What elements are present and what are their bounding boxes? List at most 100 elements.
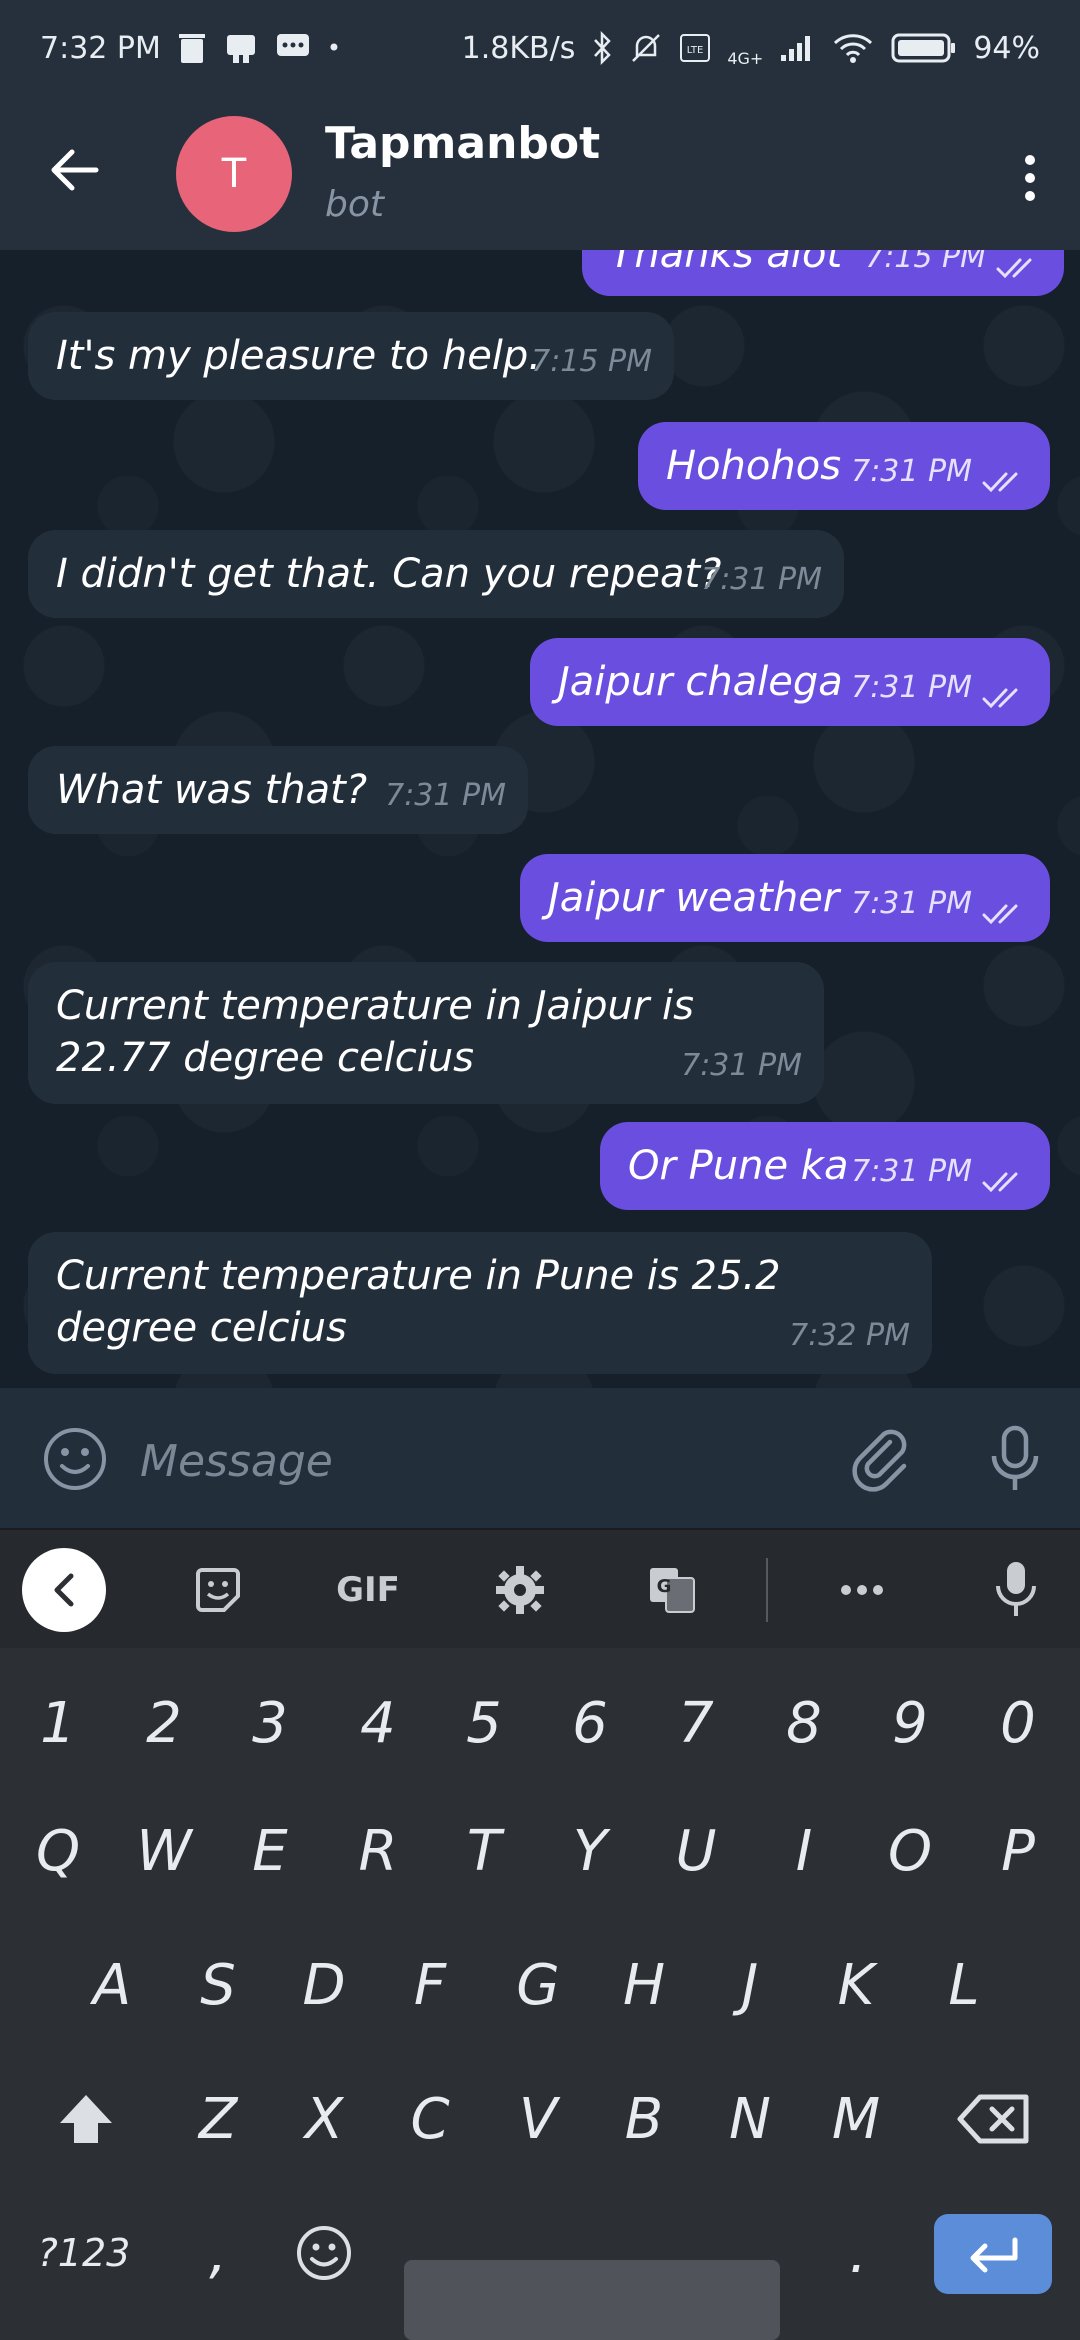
key-5[interactable]: 5 bbox=[434, 1668, 534, 1778]
keyboard-row-2: A S D F G H J K L bbox=[0, 1930, 1080, 2040]
key-o[interactable]: O bbox=[860, 1796, 960, 1906]
key-8[interactable]: 8 bbox=[754, 1668, 854, 1778]
keyboard-settings-button[interactable] bbox=[480, 1556, 560, 1624]
message-time: 7:15 PM bbox=[531, 344, 652, 379]
more-horizontal-icon bbox=[841, 1585, 883, 1595]
keyboard-collapse-button[interactable] bbox=[22, 1548, 106, 1632]
key-0[interactable]: 0 bbox=[968, 1668, 1068, 1778]
message-outgoing[interactable]: Jaipur weather 7:31 PM bbox=[520, 854, 1050, 942]
emoji-button[interactable] bbox=[40, 1424, 110, 1494]
double-check-icon bbox=[982, 688, 1018, 709]
shift-key[interactable] bbox=[36, 2064, 136, 2174]
message-outgoing[interactable]: Jaipur chalega 7:31 PM bbox=[530, 638, 1050, 726]
key-y[interactable]: Y bbox=[540, 1796, 640, 1906]
chat-title[interactable]: Tapmanbot bbox=[325, 118, 600, 169]
key-s[interactable]: S bbox=[168, 1930, 268, 2040]
enter-key[interactable] bbox=[934, 2214, 1052, 2294]
chevron-left-icon bbox=[54, 1573, 74, 1607]
message-time: 7:31 PM bbox=[851, 670, 972, 705]
message-time: 7:31 PM bbox=[851, 886, 972, 921]
message-incoming[interactable]: It's my pleasure to help. 7:15 PM bbox=[28, 312, 674, 400]
keyboard: 1 2 3 4 5 6 7 8 9 0 Q W E R T Y U I O P … bbox=[0, 1648, 1080, 2340]
menu-dot-icon bbox=[1025, 191, 1035, 201]
key-1[interactable]: 1 bbox=[8, 1668, 108, 1778]
message-incoming[interactable]: Current temperature in Pune is 25.2 degr… bbox=[28, 1232, 932, 1374]
voice-message-button[interactable] bbox=[980, 1422, 1050, 1496]
backspace-key[interactable] bbox=[944, 2064, 1044, 2174]
key-e[interactable]: E bbox=[220, 1796, 320, 1906]
key-m[interactable]: M bbox=[806, 2064, 906, 2174]
symbols-key[interactable]: ?123 bbox=[24, 2198, 144, 2308]
emoji-key[interactable] bbox=[274, 2198, 374, 2308]
chat-header: T Tapmanbot bot bbox=[0, 96, 1080, 250]
message-outgoing[interactable]: Hohohos 7:31 PM bbox=[638, 422, 1050, 510]
emoji-icon bbox=[44, 1428, 106, 1490]
message-time: 7:31 PM bbox=[681, 1048, 802, 1083]
message-time: 7:31 PM bbox=[851, 1154, 972, 1189]
backspace-icon bbox=[957, 2094, 1029, 2144]
battery-level: 94% bbox=[973, 30, 1040, 66]
message-input[interactable] bbox=[138, 1428, 802, 1494]
network-speed: 1.8KB/s bbox=[461, 30, 576, 66]
key-n[interactable]: N bbox=[700, 2064, 800, 2174]
translate-icon: G bbox=[650, 1568, 695, 1613]
message-text: Or Pune ka bbox=[628, 1143, 849, 1189]
period-key[interactable]: . bbox=[808, 2198, 908, 2308]
key-4[interactable]: 4 bbox=[328, 1668, 428, 1778]
key-c[interactable]: C bbox=[380, 2064, 480, 2174]
key-7[interactable]: 7 bbox=[646, 1668, 746, 1778]
attach-button[interactable] bbox=[846, 1424, 916, 1494]
sticker-icon bbox=[196, 1568, 240, 1612]
keyboard-number-row: 1 2 3 4 5 6 7 8 9 0 bbox=[0, 1668, 1080, 1778]
battery-icon bbox=[891, 33, 956, 63]
svg-text:LTE: LTE bbox=[687, 45, 704, 56]
message-text: What was that? bbox=[56, 767, 368, 813]
message-incoming[interactable]: Current temperature in Jaipur is 22.77 d… bbox=[28, 962, 824, 1104]
menu-dot-icon bbox=[1025, 173, 1035, 183]
message-time: 7:15 PM bbox=[865, 250, 986, 275]
key-l[interactable]: L bbox=[914, 1930, 1014, 2040]
gif-button[interactable]: GIF bbox=[328, 1556, 408, 1624]
sticker-button[interactable] bbox=[178, 1556, 258, 1624]
avatar[interactable]: T bbox=[176, 116, 292, 232]
key-f[interactable]: F bbox=[380, 1930, 480, 2040]
key-u[interactable]: U bbox=[646, 1796, 746, 1906]
key-z[interactable]: Z bbox=[168, 2064, 268, 2174]
status-dot: • bbox=[326, 34, 342, 62]
message-incoming[interactable]: What was that? 7:31 PM bbox=[28, 746, 528, 834]
comma-key[interactable]: , bbox=[168, 2198, 268, 2308]
message-outgoing[interactable]: Thanks alot 7:15 PM bbox=[582, 250, 1064, 296]
more-tools-button[interactable] bbox=[822, 1556, 902, 1624]
more-options-button[interactable] bbox=[1010, 148, 1050, 208]
key-v[interactable]: V bbox=[488, 2064, 588, 2174]
key-t[interactable]: T bbox=[434, 1796, 534, 1906]
key-3[interactable]: 3 bbox=[220, 1668, 320, 1778]
chat-area[interactable]: Thanks alot 7:15 PM It's my pleasure to … bbox=[0, 250, 1080, 1388]
key-a[interactable]: A bbox=[62, 1930, 162, 2040]
key-k[interactable]: K bbox=[806, 1930, 906, 2040]
key-w[interactable]: W bbox=[114, 1796, 214, 1906]
message-outgoing[interactable]: Or Pune ka 7:31 PM bbox=[600, 1122, 1050, 1210]
keyboard-toolbar: GIF G bbox=[0, 1528, 1080, 1650]
space-key[interactable] bbox=[404, 2260, 780, 2340]
key-j[interactable]: J bbox=[700, 1930, 800, 2040]
translate-button[interactable]: G bbox=[632, 1556, 712, 1624]
key-6[interactable]: 6 bbox=[540, 1668, 640, 1778]
key-h[interactable]: H bbox=[594, 1930, 694, 2040]
key-q[interactable]: Q bbox=[8, 1796, 108, 1906]
key-2[interactable]: 2 bbox=[114, 1668, 214, 1778]
key-9[interactable]: 9 bbox=[860, 1668, 960, 1778]
key-b[interactable]: B bbox=[594, 2064, 694, 2174]
key-x[interactable]: X bbox=[274, 2064, 374, 2174]
key-p[interactable]: P bbox=[968, 1796, 1068, 1906]
voice-typing-button[interactable] bbox=[976, 1556, 1056, 1624]
key-g[interactable]: G bbox=[488, 1930, 588, 2040]
gear-icon bbox=[496, 1566, 544, 1614]
trash-icon bbox=[178, 34, 205, 63]
message-incoming[interactable]: I didn't get that. Can you repeat? 7:31 … bbox=[28, 530, 844, 618]
double-check-icon bbox=[982, 1172, 1018, 1193]
key-r[interactable]: R bbox=[328, 1796, 428, 1906]
key-d[interactable]: D bbox=[274, 1930, 374, 2040]
key-i[interactable]: I bbox=[754, 1796, 854, 1906]
back-button[interactable] bbox=[40, 140, 110, 200]
